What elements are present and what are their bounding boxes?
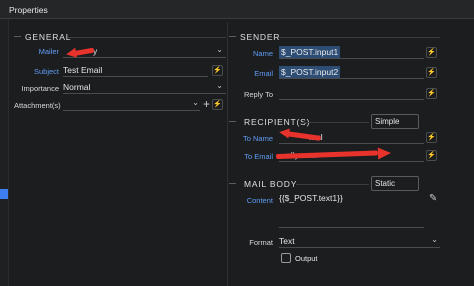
- title-bar: Properties: [0, 0, 474, 19]
- attachments-label: Attachment(s): [14, 101, 61, 110]
- window-title: Properties: [9, 5, 48, 15]
- mail-body-mode-value: Static: [375, 179, 396, 188]
- importance-chevron-down-icon[interactable]: ⌄: [216, 81, 223, 90]
- output-label: Output: [295, 254, 318, 263]
- attachments-chevron-down-icon[interactable]: ⌄: [192, 98, 199, 107]
- general-section-header: GENERAL: [25, 32, 72, 42]
- attachments-select[interactable]: ⌄: [63, 97, 200, 111]
- content-value: {{$_POST.text1}}: [279, 193, 343, 203]
- sender-email-bolt-icon[interactable]: ⚡: [426, 67, 437, 78]
- sender-email-label: Email: [254, 69, 273, 78]
- mail-body-mode-select[interactable]: Static: [371, 176, 419, 191]
- sender-name-label: Name: [252, 49, 273, 58]
- left-strip: [0, 19, 9, 286]
- importance-label: Importance: [21, 84, 59, 93]
- format-chevron-down-icon[interactable]: ⌄: [431, 235, 438, 244]
- reply-to-label: Reply To: [243, 90, 273, 99]
- importance-select[interactable]: Normal ⌄: [63, 80, 226, 94]
- content-label: Content: [246, 196, 273, 205]
- sender-name-input[interactable]: $_POST.input1: [279, 45, 424, 59]
- collapse-recipients-icon[interactable]: —: [229, 118, 236, 125]
- subject-dynamic-data-bolt-icon[interactable]: ⚡: [212, 65, 223, 76]
- attachments-dynamic-data-bolt-icon[interactable]: ⚡: [212, 99, 223, 110]
- subject-input[interactable]: Test Email: [63, 63, 208, 77]
- collapse-mail-body-icon[interactable]: —: [229, 180, 236, 187]
- format-label: Format: [249, 238, 273, 247]
- sender-section-header: SENDER: [240, 32, 281, 42]
- to-email-label: To Email: [244, 152, 273, 161]
- format-value: Text: [279, 236, 295, 246]
- content-textarea[interactable]: {{$_POST.text1}}: [279, 191, 424, 228]
- mailer-label: Mailer: [38, 47, 59, 56]
- recipients-mode-value: Simple: [375, 117, 400, 126]
- mail-body-section-line: [296, 184, 369, 185]
- recipients-section-line: [303, 122, 369, 123]
- to-name-bolt-icon[interactable]: ⚡: [426, 132, 437, 143]
- format-select[interactable]: Text ⌄: [279, 234, 440, 248]
- reply-to-input[interactable]: [279, 86, 424, 100]
- sender-name-value: $_POST.input1: [279, 46, 341, 58]
- add-attachment-button[interactable]: +: [203, 97, 210, 111]
- subject-label: Subject: [33, 67, 59, 76]
- mailer-chevron-down-icon[interactable]: ⌄: [216, 45, 223, 54]
- sender-email-value: $_POST.input2: [279, 66, 341, 78]
- to-name-label: To Name: [242, 134, 273, 143]
- subject-value: Test Email: [63, 65, 103, 75]
- recipients-section-header: RECIPIENT(S): [244, 117, 311, 127]
- general-section-line: [68, 37, 226, 38]
- left-selection-marker: [0, 189, 8, 199]
- collapse-general-icon[interactable]: —: [14, 33, 21, 40]
- output-checkbox[interactable]: [281, 253, 291, 263]
- mail-body-section-header: MAIL BODY: [244, 179, 298, 189]
- edit-content-pencil-icon[interactable]: ✎: [429, 193, 437, 204]
- sender-section-line: [278, 37, 440, 38]
- recipients-mode-select[interactable]: Simple: [371, 114, 419, 129]
- column-divider: [227, 22, 228, 286]
- collapse-sender-icon[interactable]: —: [229, 33, 236, 40]
- reply-to-bolt-icon[interactable]: ⚡: [426, 88, 437, 99]
- to-email-bolt-icon[interactable]: ⚡: [426, 150, 437, 161]
- sender-email-input[interactable]: $_POST.input2: [279, 65, 424, 79]
- importance-value: Normal: [63, 82, 91, 92]
- sender-name-bolt-icon[interactable]: ⚡: [426, 47, 437, 58]
